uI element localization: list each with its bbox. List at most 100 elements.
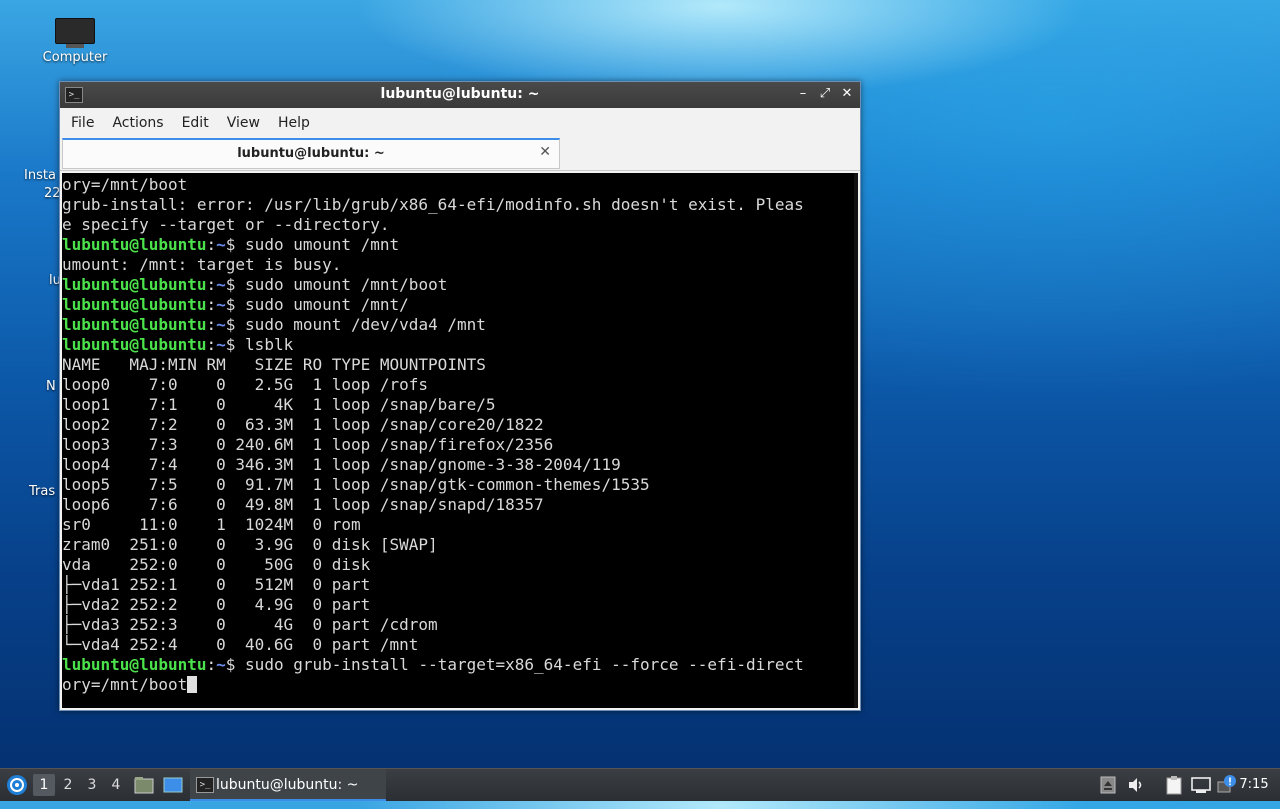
- prompt-path: ~: [216, 655, 226, 674]
- prompt-path: ~: [216, 235, 226, 254]
- output-text: loop5 7:5 0 91.7M 1 loop /snap/gtk-commo…: [62, 475, 650, 494]
- output-text: loop3 7:3 0 240.6M 1 loop /snap/firefox/…: [62, 435, 554, 454]
- removable-media-tray[interactable]: [1098, 769, 1118, 801]
- menu-help[interactable]: Help: [269, 111, 319, 135]
- lubuntu-logo-icon: [7, 775, 27, 795]
- clipboard-tray[interactable]: [1163, 769, 1185, 801]
- terminal-output-line: loop6 7:6 0 49.8M 1 loop /snap/snapd/183…: [62, 495, 804, 515]
- terminal-output-line: grub-install: error: /usr/lib/grub/x86_6…: [62, 195, 804, 215]
- prompt-dollar: $: [225, 655, 246, 674]
- terminal-output-line: loop3 7:3 0 240.6M 1 loop /snap/firefox/…: [62, 435, 804, 455]
- show-desktop-button[interactable]: [161, 769, 185, 801]
- prompt-dollar: $: [225, 335, 246, 354]
- maximize-button[interactable]: ⤢: [816, 85, 834, 103]
- terminal-output-line: loop4 7:4 0 346.3M 1 loop /snap/gnome-3-…: [62, 455, 804, 475]
- volume-icon: [1129, 778, 1142, 792]
- terminal-window: >_ lubuntu@lubuntu: ~ – ⤢ ✕ File Actions…: [59, 81, 861, 711]
- prompt-path: ~: [216, 295, 226, 314]
- terminal-command-line: lubuntu@lubuntu:~$ sudo umount /mnt: [62, 235, 804, 255]
- menu-bar: File Actions Edit View Help: [60, 108, 860, 138]
- start-menu-button[interactable]: [4, 769, 30, 801]
- file-manager-icon: [134, 777, 154, 794]
- desktop-icon-trash-label[interactable]: Tras: [29, 484, 55, 499]
- output-text: ├─vda2 252:2 0 4.9G 0 part: [62, 595, 371, 614]
- terminal-tab[interactable]: lubuntu@lubuntu: ~ ✕: [62, 138, 560, 169]
- menu-edit[interactable]: Edit: [173, 111, 218, 135]
- network-tray[interactable]: [1190, 769, 1212, 801]
- minimize-button[interactable]: –: [794, 85, 812, 103]
- terminal-output-line: loop2 7:2 0 63.3M 1 loop /snap/core20/18…: [62, 415, 804, 435]
- terminal-output-line: ├─vda1 252:1 0 512M 0 part: [62, 575, 804, 595]
- clock[interactable]: 7:15: [1234, 769, 1274, 801]
- close-button[interactable]: ✕: [838, 85, 856, 103]
- output-text: grub-install: error: /usr/lib/grub/x86_6…: [62, 195, 804, 214]
- terminal-command-line: lubuntu@lubuntu:~$ sudo umount /mnt/boot: [62, 275, 804, 295]
- prompt-path: ~: [216, 315, 226, 334]
- tab-bar: lubuntu@lubuntu: ~ ✕: [60, 138, 860, 171]
- command-text: lsblk: [245, 335, 294, 354]
- network-icon: [1191, 777, 1211, 793]
- prompt-dollar: $: [225, 235, 246, 254]
- window-title: lubuntu@lubuntu: ~: [380, 86, 540, 102]
- output-text: sr0 11:0 1 1024M 0 rom: [62, 515, 361, 534]
- menu-view[interactable]: View: [218, 111, 269, 135]
- command-text: sudo umount /mnt/boot: [245, 275, 448, 294]
- terminal-task-icon: >_: [196, 777, 214, 793]
- prompt-user: lubuntu@lubuntu: [62, 275, 207, 294]
- computer-icon: [55, 18, 95, 48]
- terminal-command-line: lubuntu@lubuntu:~$ sudo umount /mnt/: [62, 295, 804, 315]
- tab-title: lubuntu@lubuntu: ~: [237, 146, 385, 161]
- workspace-2[interactable]: 2: [57, 774, 79, 796]
- prompt-user: lubuntu@lubuntu: [62, 655, 207, 674]
- clipboard-icon: [1166, 776, 1182, 795]
- scrollbar[interactable]: [854, 173, 858, 708]
- terminal-output-line: vda 252:0 0 50G 0 disk: [62, 555, 804, 575]
- title-bar[interactable]: >_ lubuntu@lubuntu: ~ – ⤢ ✕: [60, 82, 860, 108]
- terminal-output[interactable]: ory=/mnt/boot grub-install: error: /usr/l…: [62, 173, 858, 708]
- terminal-output-line: loop0 7:0 0 2.5G 1 loop /rofs: [62, 375, 804, 395]
- prompt-user: lubuntu@lubuntu: [62, 315, 207, 334]
- command-text: sudo mount /dev/vda4 /mnt: [245, 315, 486, 334]
- desktop-icon: [163, 777, 183, 793]
- output-text: vda 252:0 0 50G 0 disk: [62, 555, 371, 574]
- output-text: loop4 7:4 0 346.3M 1 loop /snap/gnome-3-…: [62, 455, 621, 474]
- workspace-1[interactable]: 1: [33, 774, 55, 796]
- output-text: NAME MAJ:MIN RM SIZE RO TYPE MOUNTPOINTS: [62, 355, 486, 374]
- menu-actions[interactable]: Actions: [103, 111, 172, 135]
- file-manager-launcher[interactable]: [133, 769, 155, 801]
- menu-file[interactable]: File: [62, 111, 103, 135]
- eject-icon: [1100, 776, 1116, 794]
- taskbar-terminal-task[interactable]: >_ lubuntu@lubuntu: ~: [190, 769, 386, 801]
- computer-label: Computer: [42, 50, 108, 65]
- prompt-colon: :: [206, 295, 217, 314]
- terminal-lines: ory=/mnt/boot grub-install: error: /usr/l…: [62, 175, 804, 695]
- prompt-dollar: $: [225, 275, 246, 294]
- terminal-output-line: loop1 7:1 0 4K 1 loop /snap/bare/5: [62, 395, 804, 415]
- terminal-cursor: [187, 676, 198, 693]
- output-text: loop0 7:0 0 2.5G 1 loop /rofs: [62, 375, 429, 394]
- prompt-dollar: $: [225, 315, 246, 334]
- desktop-icon-computer[interactable]: Computer: [38, 18, 112, 65]
- desktop-icon-network-label[interactable]: N: [46, 379, 56, 394]
- output-text: loop1 7:1 0 4K 1 loop /snap/bare/5: [62, 395, 496, 414]
- prompt-dollar: $: [225, 295, 246, 314]
- prompt-colon: :: [206, 335, 217, 354]
- output-text: └─vda4 252:4 0 40.6G 0 part /mnt: [62, 635, 419, 654]
- terminal-output-line: loop5 7:5 0 91.7M 1 loop /snap/gtk-commo…: [62, 475, 804, 495]
- tab-close-icon[interactable]: ✕: [539, 144, 551, 160]
- volume-control[interactable]: [1126, 769, 1146, 801]
- task-label: lubuntu@lubuntu: ~: [216, 777, 359, 793]
- terminal-output-line: ├─vda2 252:2 0 4.9G 0 part: [62, 595, 804, 615]
- workspace-4[interactable]: 4: [105, 774, 127, 796]
- prompt-user: lubuntu@lubuntu: [62, 235, 207, 254]
- command-text: sudo umount /mnt/: [245, 295, 409, 314]
- desktop-icon-install-label[interactable]: Insta: [24, 168, 56, 183]
- terminal-output-line: NAME MAJ:MIN RM SIZE RO TYPE MOUNTPOINTS: [62, 355, 804, 375]
- prompt-path: ~: [216, 335, 226, 354]
- prompt-colon: :: [206, 315, 217, 334]
- command-text: sudo umount /mnt: [245, 235, 400, 254]
- workspace-3[interactable]: 3: [81, 774, 103, 796]
- prompt-user: lubuntu@lubuntu: [62, 295, 207, 314]
- output-text: umount: /mnt: target is busy.: [62, 255, 342, 274]
- taskbar: 1 2 3 4 >_ lubuntu@lubuntu: ~ 7:15: [0, 768, 1280, 801]
